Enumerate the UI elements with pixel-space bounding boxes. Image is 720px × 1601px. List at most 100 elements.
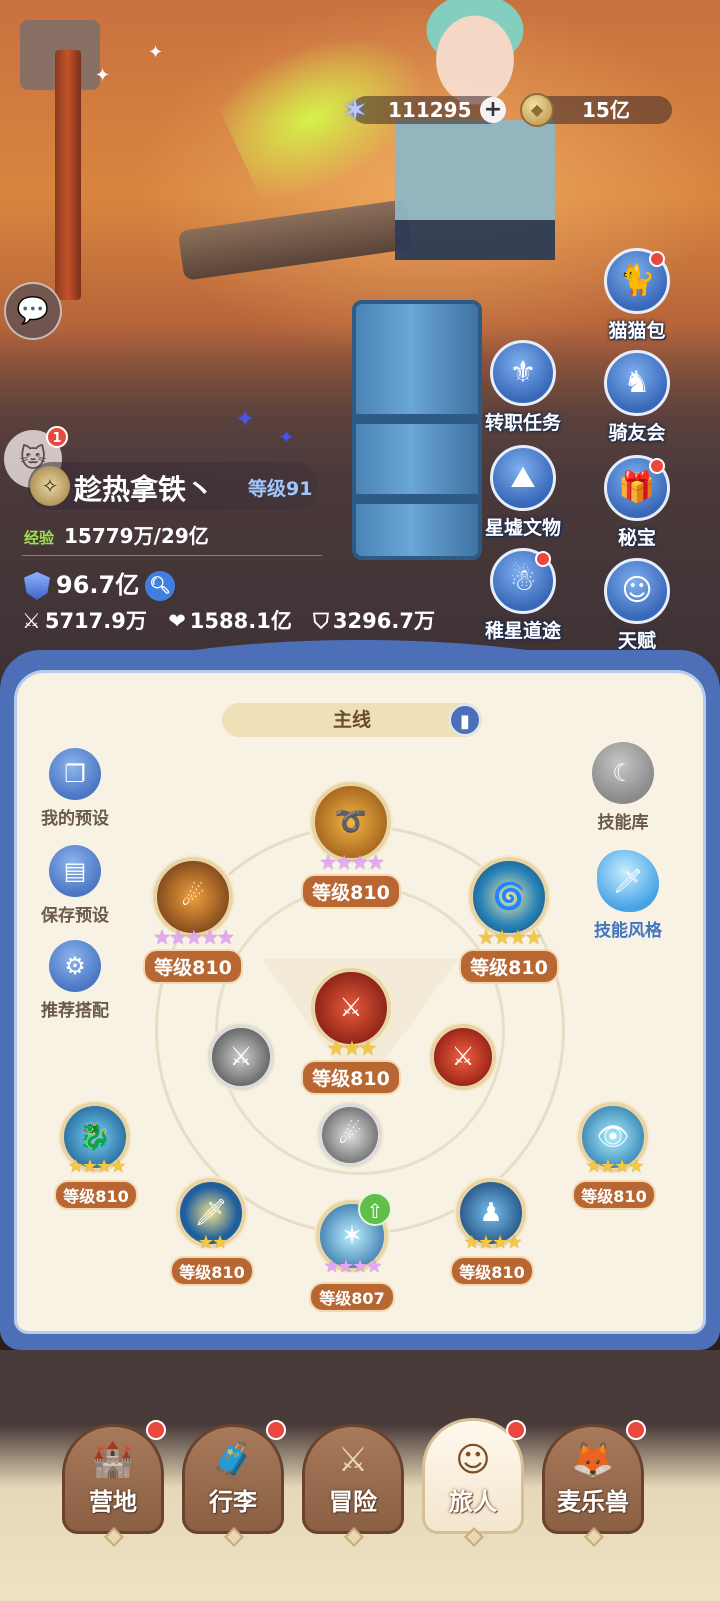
tool-label: 保存预设 [41,906,109,926]
gem-counter: ✶ 111295 + [342,93,506,127]
feature-relics[interactable]: ⛰ 星墟文物 [478,445,568,545]
skill-level: 等级810 [459,949,559,984]
nav-camp[interactable]: 🏰 营地 [62,1420,166,1547]
street-pole [55,50,81,300]
player-name: 趁热拿铁丶 [74,473,215,506]
preset-cards-icon: ❐ [49,748,101,800]
feature-label: 稚星道途 [484,620,561,642]
nav-adventure[interactable]: ⚔ 冒险 [302,1424,404,1547]
tool-label: 我的预设 [41,809,109,829]
nav-traveler[interactable]: ☺ 旅人 [422,1418,526,1547]
luggage-icon: 🧳 [211,1440,255,1480]
skill-red-blades-icon: ⚔ [430,1024,496,1090]
nav-pets[interactable]: 🦊 麦乐兽 [542,1420,646,1547]
feature-label: 骑友会 [608,422,666,444]
feature-talent[interactable]: ☺ 天赋 [592,558,682,658]
crossed-swords-icon: ⚔ [337,1440,369,1480]
skill-slot[interactable]: ⚔ [430,1024,500,1094]
treasure-icon: 🎁 [604,455,670,521]
skill-slot[interactable]: ✶ ⇧ ★★★★ 等级807 [309,1192,395,1312]
skill-slot-locked[interactable]: ⚔ [208,1024,278,1094]
feature-label: 天赋 [617,630,656,652]
skill-level: 等级810 [143,949,243,984]
skill-slot[interactable]: ♟ ★★★★ 等级810 [450,1178,534,1286]
nav-label: 行李 [209,1488,257,1516]
skill-slot[interactable]: 🌀 ★★★★ 等级810 [459,857,559,984]
tab-label: 主线 [332,709,371,731]
skill-slot[interactable]: 👁 ★★★★ 等级810 [572,1102,656,1210]
attack-value: 5717.9万 [44,609,147,633]
skill-level: 等级810 [54,1180,138,1210]
skill-level: 等级810 [301,874,401,909]
moon-icon: ☾ [592,742,654,804]
feature-label: 转职任务 [484,412,561,434]
fox-pet-icon: 🦊 [571,1440,615,1480]
chat-bubbles-icon: 💬 [16,296,50,326]
skill-stars: ★★★★★ [153,925,235,949]
feature-treasure[interactable]: 🎁 秘宝 [592,455,682,555]
tool-label: 技能风格 [594,921,662,941]
notification-dot [535,551,551,567]
save-disk-icon: ▤ [49,845,101,897]
feature-star-path[interactable]: ☃ 稚星道途 [478,548,568,648]
tool-label: 推荐搭配 [41,1001,109,1021]
sword-droplet-icon: 🗡 [597,850,659,912]
player-name-row[interactable]: ✧ 趁热拿铁丶 等级91 [28,462,318,510]
tab-info-button[interactable]: ▮ [449,704,481,736]
feature-label: 猫猫包 [608,320,666,342]
book-icon: ▮ [460,711,470,732]
skill-level: 等级810 [450,1256,534,1286]
tab-main-line[interactable]: 主线 [222,703,482,737]
search-icon: 🔍︎ [149,576,172,596]
class-change-icon: ⚜ [490,340,556,406]
recommend-icon: ⚙ [49,940,101,992]
horse-icon: ♞ [604,350,670,416]
skill-library-button[interactable]: ☾ 技能库 [578,742,668,833]
skill-slot[interactable]: ➰ ★★★★ 等级810 [301,782,401,909]
feature-rider-club[interactable]: ♞ 骑友会 [592,350,682,450]
skill-stars: ★★★★ [67,1156,127,1177]
skill-level: 等级810 [572,1180,656,1210]
talent-head-icon: ☺ [604,558,670,624]
skill-slot[interactable]: ⚔ ★★★ 等级810 [301,968,401,1095]
skill-slot[interactable]: ☄ ★★★★★ 等级810 [143,857,243,984]
nav-label: 旅人 [449,1488,497,1516]
chat-button[interactable]: 💬 [4,282,62,340]
player-level: 等级91 [248,478,313,500]
heart-icon: ❤ [168,609,186,633]
notification-dot [626,1420,646,1440]
skill-stars: ★★★★ [323,1256,383,1277]
upgrade-arrow-icon[interactable]: ⇧ [358,1192,392,1226]
skill-stars: ★★★★ [585,1156,645,1177]
sparkle-icon: ✦ [148,42,164,63]
notification-dot [649,458,665,474]
notification-dot [649,251,665,267]
feature-class-change[interactable]: ⚜ 转职任务 [478,340,568,440]
nav-luggage[interactable]: 🧳 行李 [182,1420,286,1547]
combat-power-row: 96.7亿 🔍︎ [24,565,176,601]
power-detail-button[interactable]: 🔍︎ [145,571,176,601]
skill-style-button[interactable]: 🗡 技能风格 [578,850,678,941]
nav-label: 冒险 [329,1488,377,1516]
skill-slot[interactable]: 🗡 ★★ 等级810 [170,1178,254,1286]
recommended-build-button[interactable]: ⚙ 推荐搭配 [30,940,120,1021]
feature-cat-bag[interactable]: 🐈 猫猫包 [592,248,682,348]
tool-label: 技能库 [597,813,649,833]
my-presets-button[interactable]: ❐ 我的预设 [30,748,120,829]
add-gems-button[interactable]: + [480,97,506,123]
defense-value: 3296.7万 [332,609,435,633]
skill-gray-dash-icon: ☄ [318,1103,382,1167]
skill-slot[interactable]: 🐉 ★★★★ 等级810 [54,1102,138,1210]
feature-label: 星墟文物 [484,517,561,539]
save-preset-button[interactable]: ▤ 保存预设 [30,845,120,926]
skill-level: 等级810 [170,1256,254,1286]
skill-stars: ★★★★ [319,850,385,874]
notification-dot [506,1420,526,1440]
player-character[interactable] [395,0,555,300]
character-suitcase [352,300,482,560]
skill-gray-blades-icon: ⚔ [208,1024,274,1090]
nav-label: 麦乐兽 [557,1488,629,1516]
skill-slot-locked[interactable]: ☄ [318,1103,388,1173]
character-weapon [177,199,413,281]
exp-label: 经验 [24,529,55,547]
